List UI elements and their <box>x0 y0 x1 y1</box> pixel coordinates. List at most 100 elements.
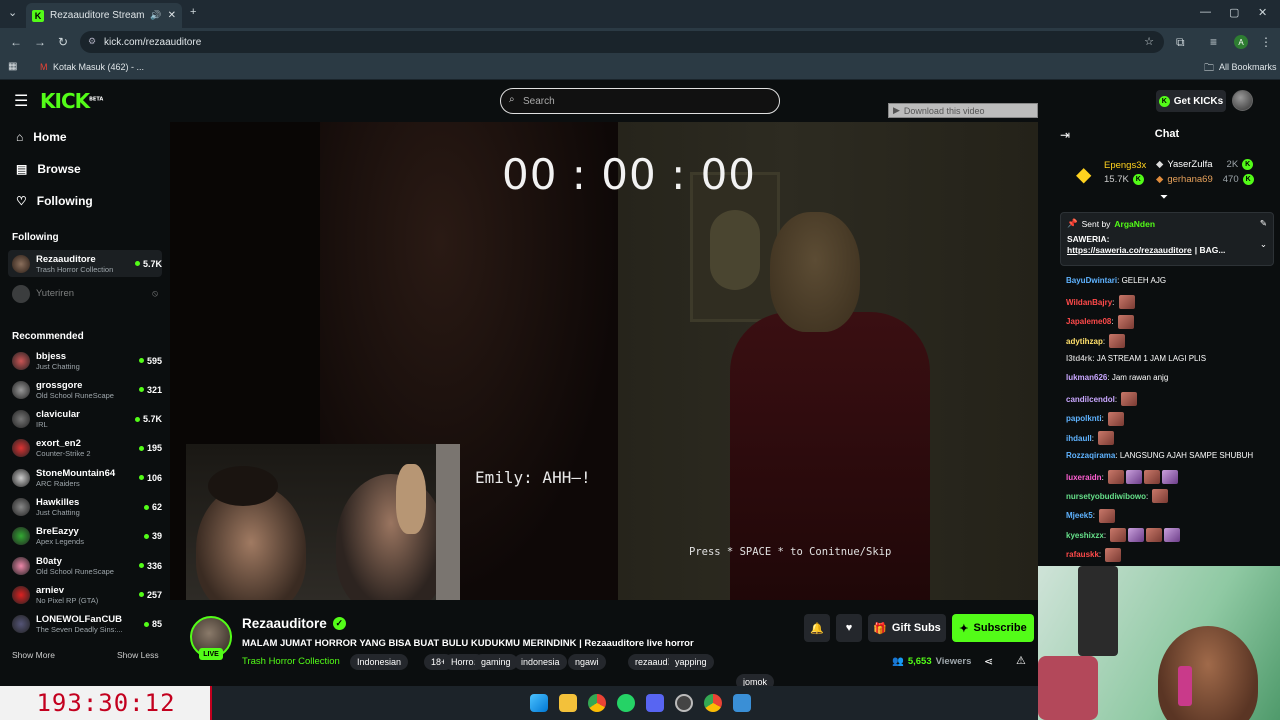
game-door-window <box>710 210 760 290</box>
channel-category: Just Chatting <box>36 508 80 517</box>
expand-gifters-icon[interactable]: ⏷ <box>1160 192 1168 203</box>
discord-icon[interactable] <box>646 694 664 712</box>
pinned-expand-chevron-icon[interactable]: ⌄ <box>1260 239 1267 250</box>
sidebar-channel-rezaauditore[interactable]: Rezaauditore Trash Horror Collection 5.7K <box>8 250 162 277</box>
chat-username[interactable]: papolknti <box>1066 414 1102 423</box>
whatsapp-icon[interactable] <box>617 694 635 712</box>
stream-tag[interactable]: indonesia <box>514 654 567 670</box>
stream-category[interactable]: Trash Horror Collection <box>242 656 340 667</box>
gift-subs-button[interactable]: 🎁 Gift Subs <box>868 614 946 642</box>
chat-username[interactable]: ihdaull <box>1066 434 1092 443</box>
follow-button[interactable]: ♥ <box>836 614 862 642</box>
channel-name: StoneMountain64 <box>36 467 116 479</box>
pinned-message[interactable]: 📌 Sent by ArgaNden ✎ SAWERIA: https://sa… <box>1060 212 1274 266</box>
sidebar-channel-breeazyy[interactable]: BreEazyy Apex Legends 39 <box>8 523 162 550</box>
share-icon[interactable]: ⋖ <box>984 655 993 668</box>
chat-username[interactable]: l3td4rk <box>1066 354 1092 363</box>
kick-logo[interactable]: KICKBETA <box>40 89 103 113</box>
browser-menu-icon[interactable]: ⋮ <box>1260 35 1272 49</box>
profile-avatar[interactable]: A <box>1234 35 1248 49</box>
nav-following[interactable]: ♡ Following <box>16 194 93 208</box>
url-input[interactable]: ⚙ kick.com/rezaauditore ☆ <box>80 31 1164 53</box>
sidebar-channel-stonemountain64[interactable]: StoneMountain64 ARC Raiders 106 <box>8 464 162 491</box>
chat-username[interactable]: lukman626 <box>1066 373 1107 382</box>
chat-username[interactable]: candilcendol <box>1066 395 1115 404</box>
chat-username[interactable]: WildanBajry <box>1066 298 1112 307</box>
hamburger-menu-icon[interactable]: ☰ <box>14 91 28 111</box>
chat-emote <box>1098 431 1115 446</box>
chat-username[interactable]: Japaleme08 <box>1066 317 1111 326</box>
back-arrow-icon[interactable]: ← <box>10 35 22 49</box>
channel-category: The Seven Deadly Sins:... <box>36 625 123 635</box>
nav-home[interactable]: ⌂ Home <box>16 130 67 144</box>
sidebar-channel-b0aty[interactable]: B0aty Old School RuneScape 336 <box>8 552 162 579</box>
chrome-profile-icon[interactable] <box>704 694 722 712</box>
streamer-name[interactable]: Rezaauditore ✓ <box>242 616 346 631</box>
top-gifter-3[interactable]: ◆ gerhana69 470 K <box>1156 174 1254 185</box>
chat-emote <box>1099 508 1116 523</box>
tab-audio-icon[interactable]: 🔊 <box>150 10 161 21</box>
stream-tag[interactable]: Indonesian <box>350 654 409 670</box>
chat-username[interactable]: kyeshixzx <box>1066 531 1104 540</box>
sidebar-channel-bbjess[interactable]: bbjess Just Chatting 595 <box>8 347 162 374</box>
top-gifter-2[interactable]: ◆ YaserZulfa 2K K <box>1156 159 1254 170</box>
extensions-icon[interactable]: ⧉ <box>1176 35 1185 50</box>
chat-username[interactable]: luxeraidn <box>1066 473 1102 482</box>
all-bookmarks-link[interactable]: All Bookmarks <box>1219 62 1277 72</box>
user-avatar[interactable] <box>1232 90 1253 111</box>
obs-icon[interactable] <box>675 694 693 712</box>
bookmark-star-icon[interactable]: ☆ <box>1144 35 1154 48</box>
sidebar-channel-yuteriren[interactable]: Yuteriren ⦸ <box>8 280 162 307</box>
reading-list-icon[interactable]: ≡ <box>1210 35 1217 49</box>
new-tab-icon[interactable]: + <box>190 6 196 18</box>
pinned-link[interactable]: https://saweria.co/rezaauditore <box>1067 245 1192 255</box>
site-info-icon[interactable]: ⚙ <box>88 36 96 47</box>
notifications-button[interactable]: 🔔 <box>804 614 830 642</box>
forward-arrow-icon[interactable]: → <box>34 35 46 49</box>
get-kicks-button[interactable]: K Get KICKs <box>1156 90 1226 112</box>
nav-browse-label: Browse <box>37 162 81 176</box>
sidebar-channel-hawkilles[interactable]: Hawkilles Just Chatting 62 <box>8 494 162 521</box>
notepad-icon[interactable] <box>733 694 751 712</box>
chat-username[interactable]: nursetyobudiwibowo <box>1066 492 1146 501</box>
sidebar-channel-grossgore[interactable]: grossgore Old School RuneScape 321 <box>8 376 162 403</box>
sidebar-channel-clavicular[interactable]: clavicular IRL 5.7K <box>8 406 162 433</box>
window-maximize-icon[interactable]: ▢ <box>1229 6 1239 19</box>
chat-username[interactable]: rafauskk <box>1066 550 1099 559</box>
facecam-person <box>1158 626 1258 720</box>
chrome-icon[interactable] <box>588 694 606 712</box>
channel-name: arniev <box>36 584 64 596</box>
apps-grid-icon[interactable]: ▦ <box>8 61 17 72</box>
show-more-link[interactable]: Show More <box>12 650 55 660</box>
tab-list-chevron-icon[interactable]: ⌄ <box>8 6 17 19</box>
show-less-link[interactable]: Show Less <box>117 650 159 660</box>
subscribe-button[interactable]: ✦ Subscribe <box>952 614 1034 642</box>
url-text: kick.com/rezaauditore <box>104 36 202 48</box>
window-minimize-icon[interactable]: — <box>1200 6 1211 18</box>
top-gifter-1[interactable]: Epengs3x <box>1104 160 1146 171</box>
stream-tag[interactable]: ngawi <box>568 654 606 670</box>
site-header: ☰ KICKBETA ⌕ Search K Get KICKs <box>0 80 1280 122</box>
chat-username[interactable]: BayuDwintari <box>1066 276 1117 285</box>
stream-tag[interactable]: yapping <box>668 654 714 670</box>
reload-icon[interactable]: ↻ <box>58 35 68 49</box>
nav-browse[interactable]: ▤ Browse <box>16 162 81 176</box>
tab-close-icon[interactable]: ✕ <box>168 10 176 21</box>
file-explorer-icon[interactable] <box>559 694 577 712</box>
chat-username[interactable]: Rozzaqirama <box>1066 451 1115 460</box>
bookmark-gmail[interactable]: Kotak Masuk (462) - ... <box>53 62 144 72</box>
sidebar-channel-lonewolfancub[interactable]: LONEWOLFanCUB The Seven Deadly Sins:... 85 <box>8 611 162 638</box>
chat-username[interactable]: Mjeek5 <box>1066 511 1093 520</box>
sidebar-channel-arniev[interactable]: arniev No Pixel RP (GTA) 257 <box>8 581 162 608</box>
report-warning-icon[interactable]: ⚠ <box>1016 654 1026 667</box>
search-input[interactable]: ⌕ Search <box>500 88 780 114</box>
stream-tag[interactable]: gaming <box>474 654 518 670</box>
window-close-icon[interactable]: ✕ <box>1258 6 1267 19</box>
unpin-icon[interactable]: ✎ <box>1260 218 1267 229</box>
chat-username[interactable]: adytihzap <box>1066 337 1103 346</box>
browser-tab[interactable]: K Rezaauditore Stream - Watch 🔊 ✕ <box>26 3 182 28</box>
sidebar-channel-exort_en2[interactable]: exort_en2 Counter-Strike 2 195 <box>8 435 162 462</box>
video-player[interactable]: 00 : 00 : 00 Emily: AHH—! Press * SPACE … <box>170 122 1038 600</box>
windows-start-icon[interactable] <box>530 694 548 712</box>
download-video-bar[interactable]: ▶ Download this video <box>888 103 1038 118</box>
